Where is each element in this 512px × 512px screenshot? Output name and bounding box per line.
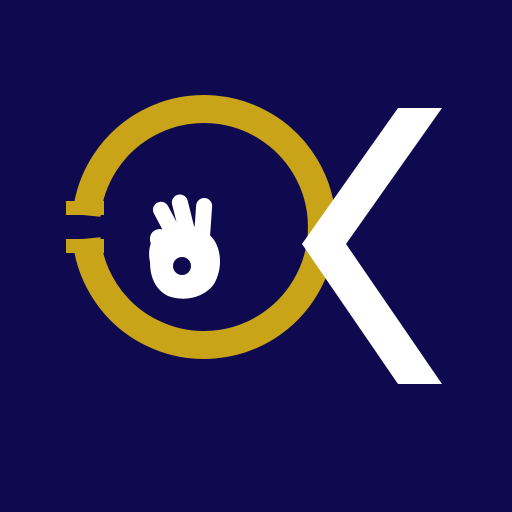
ok-hand-gesture-icon (149, 194, 220, 299)
ok-hand-logo (0, 0, 512, 512)
logo-canvas (0, 0, 512, 512)
